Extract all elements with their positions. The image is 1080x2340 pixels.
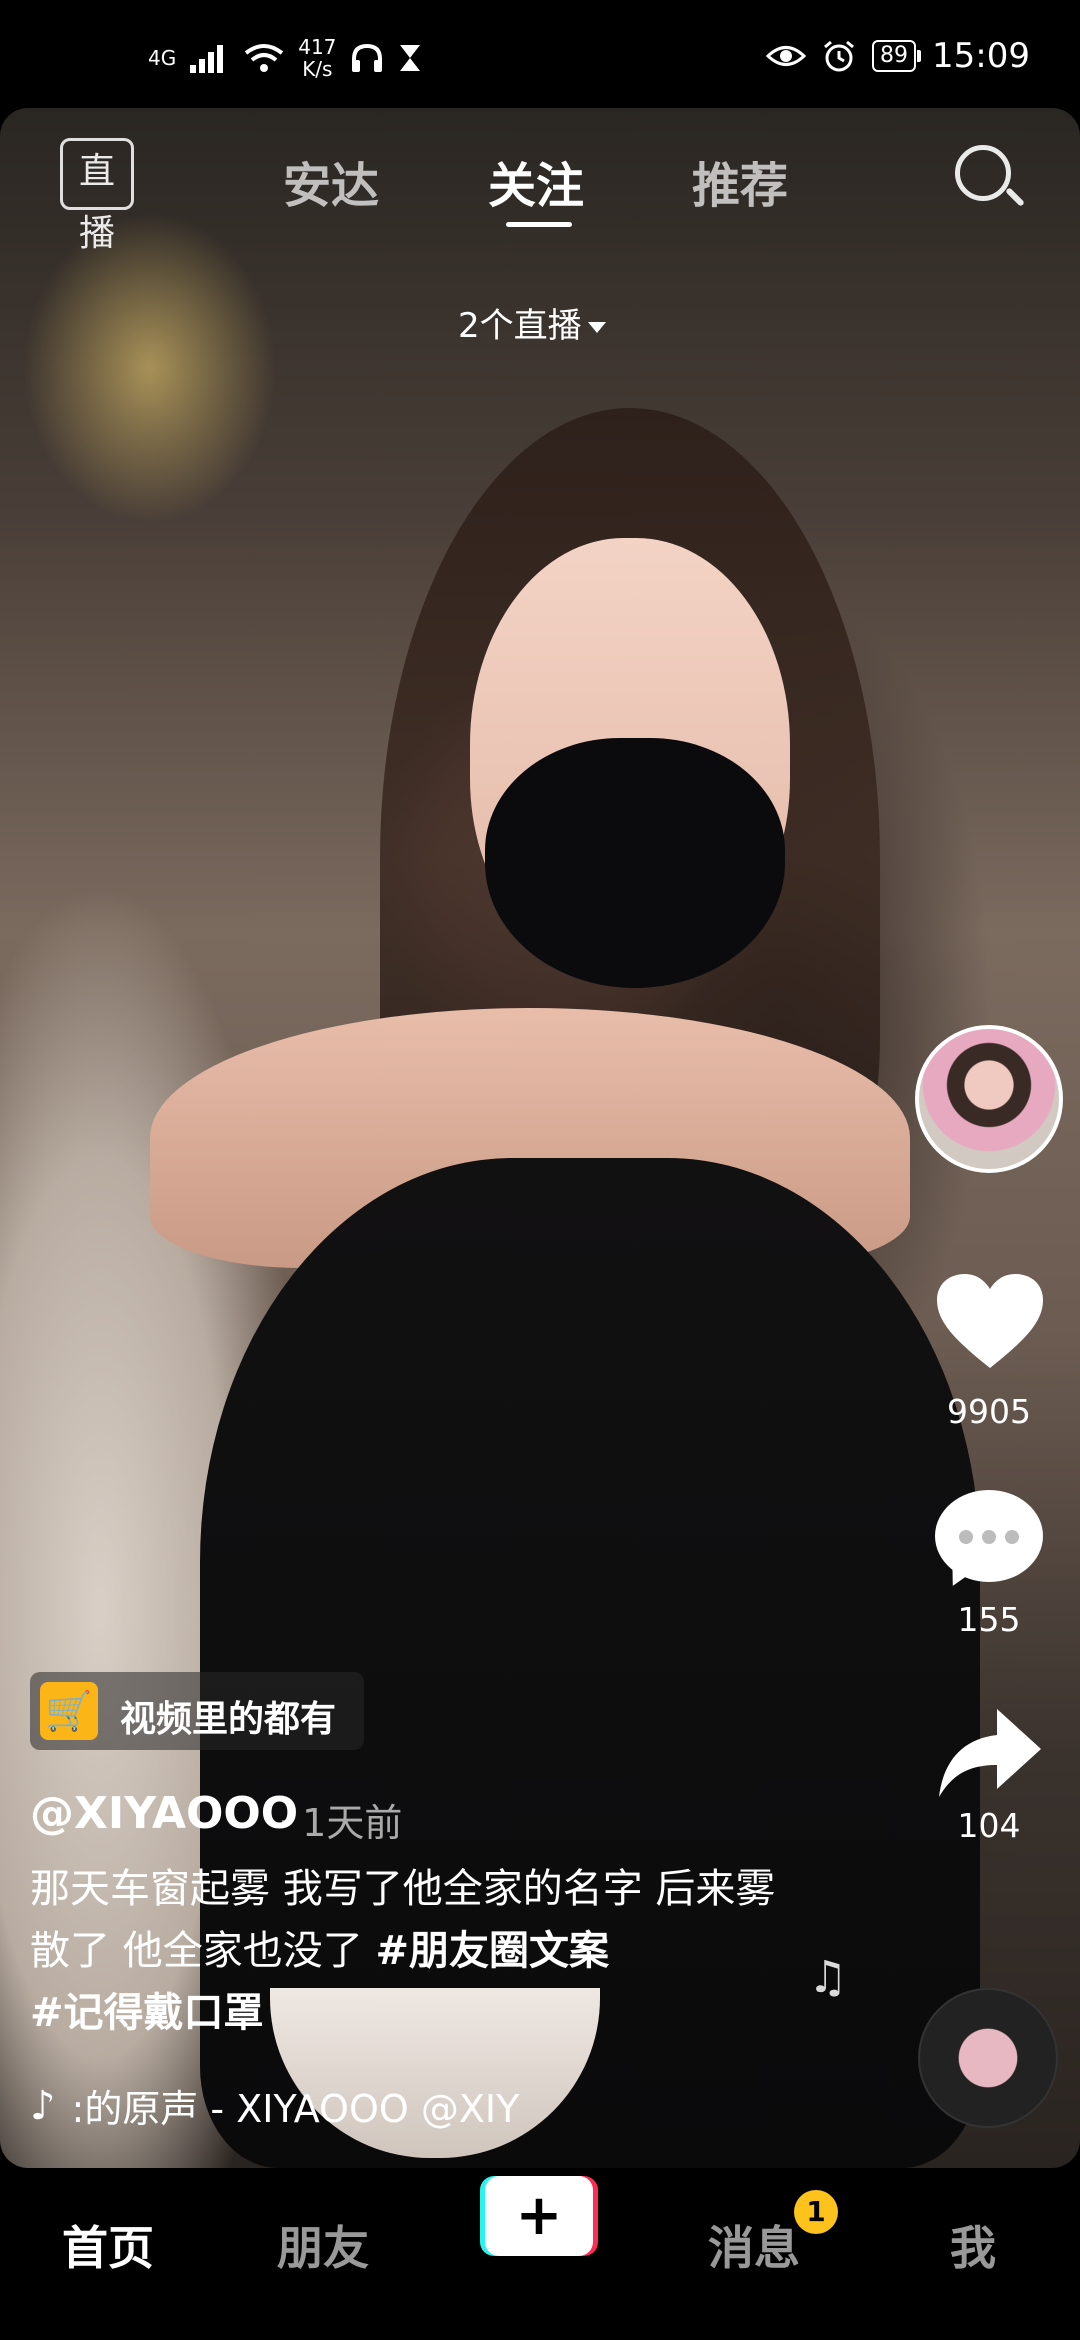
headphones-icon (352, 43, 383, 72)
speed-unit: K/s (302, 57, 333, 81)
tab-anda[interactable]: 安达 (283, 146, 379, 216)
status-right: 89 15:09 (766, 36, 1030, 76)
caret-down-icon (587, 322, 606, 333)
cart-icon: 🛒 (40, 1682, 98, 1740)
tab-following[interactable]: 关注 (488, 146, 584, 216)
comment-icon[interactable] (935, 1490, 1043, 1582)
network-type: 4G (148, 46, 177, 70)
author-name[interactable]: @XIYAOOO (30, 1788, 298, 1839)
tiktok-note-icon: ♪ (30, 2082, 56, 2129)
like-count: 9905 (947, 1392, 1031, 1431)
live-button[interactable]: 直播 (60, 138, 134, 254)
create-button[interactable]: + (480, 2176, 598, 2256)
eye-icon (766, 46, 807, 66)
nav-friends[interactable]: 朋友 (277, 2212, 369, 2278)
live-count-dropdown[interactable]: 2个直播 (458, 298, 606, 347)
comment-dot (959, 1530, 973, 1544)
alarm-icon (824, 40, 854, 72)
music-note-icon: ♫ (808, 1952, 848, 2003)
hashtag-link[interactable]: #朋友圈文案 (375, 1928, 609, 1974)
status-bar: 4G 417 K/s 89 15:09 (0, 0, 1080, 110)
share-count: 104 (957, 1806, 1021, 1845)
music-disc[interactable] (918, 1988, 1058, 2128)
messages-badge: 1 (794, 2190, 838, 2234)
battery-indicator: 89 (872, 40, 922, 72)
video-caption: 那天车窗起雾 我写了他全家的名字 后来雾散了 他全家也没了 #朋友圈文案 #记得… (30, 1858, 790, 2044)
nav-me[interactable]: 我 (950, 2212, 996, 2278)
status-left: 4G 417 K/s (148, 36, 422, 80)
nav-home[interactable]: 首页 (62, 2212, 154, 2278)
cart-label: 视频里的都有 (120, 1699, 337, 1740)
sound-label: :的原声 - XIYAOOO @XIY (71, 2087, 520, 2131)
live-count-label: 2个直播 (458, 306, 582, 346)
nav-messages[interactable]: 消息 (708, 2212, 800, 2278)
comment-dot (1005, 1530, 1019, 1544)
plus-icon: + (485, 2176, 593, 2256)
hourglass-icon (400, 45, 421, 71)
video-subject-mask (485, 738, 785, 988)
signal-icon (190, 45, 224, 73)
comment-count: 155 (957, 1600, 1021, 1639)
wifi-icon (245, 44, 284, 72)
clock: 15:09 (932, 36, 1030, 76)
creator-avatar[interactable] (915, 1025, 1063, 1173)
search-icon[interactable] (955, 145, 1011, 201)
network-speed: 417 K/s (298, 36, 336, 80)
comment-dot (982, 1530, 996, 1544)
shopping-cart-badge[interactable]: 🛒 视频里的都有 (30, 1672, 364, 1750)
post-time: · 1天前 (278, 1801, 403, 1845)
tab-recommended[interactable]: 推荐 (692, 146, 788, 216)
speed-value: 417 (298, 35, 337, 59)
share-icon[interactable] (935, 1705, 1045, 1805)
heart-icon[interactable] (935, 1272, 1045, 1372)
active-tab-indicator (506, 222, 572, 227)
sound-info[interactable]: ♪ :的原声 - XIYAOOO @XIY (30, 2078, 519, 2133)
hashtag-link[interactable]: #记得戴口罩 (30, 1990, 264, 2036)
